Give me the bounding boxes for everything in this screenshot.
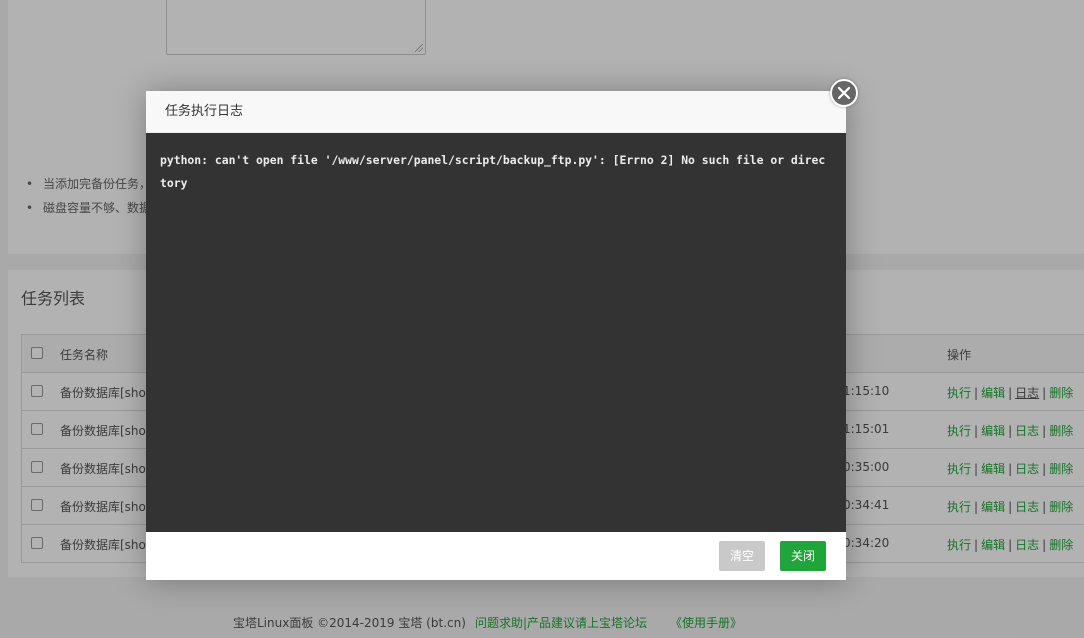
dialog-footer: 清空 关闭 [146, 532, 846, 580]
log-text: python: can't open file '/www/server/pan… [160, 153, 826, 190]
dialog-title: 任务执行日志 [146, 91, 846, 133]
close-button[interactable]: 关闭 [780, 541, 826, 571]
task-log-dialog: 任务执行日志 python: can't open file '/www/ser… [146, 91, 846, 580]
close-icon[interactable] [830, 79, 858, 107]
clear-button[interactable]: 清空 [719, 541, 765, 571]
log-console: python: can't open file '/www/server/pan… [146, 133, 846, 532]
